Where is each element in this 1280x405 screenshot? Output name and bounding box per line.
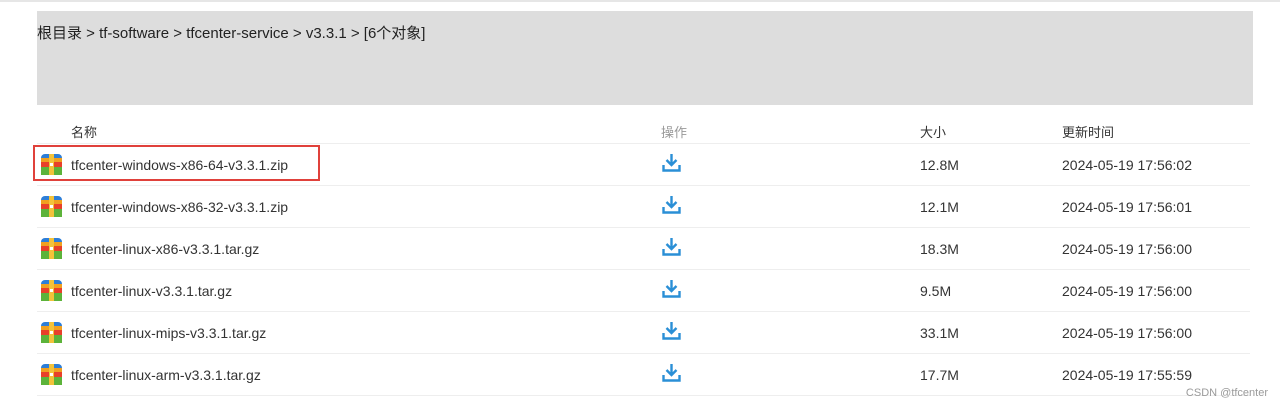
breadcrumb-panel: 根目录 > tf-software > tfcenter-service > v… — [37, 11, 1253, 105]
file-size: 33.1M — [920, 325, 959, 341]
download-icon[interactable] — [662, 237, 681, 256]
file-size: 18.3M — [920, 241, 959, 257]
file-size: 12.8M — [920, 157, 959, 173]
file-link[interactable]: tfcenter-linux-mips-v3.3.1.tar.gz — [71, 325, 266, 341]
file-link[interactable]: tfcenter-linux-arm-v3.3.1.tar.gz — [71, 367, 261, 383]
file-time: 2024-05-19 17:56:01 — [1062, 199, 1192, 215]
header-op: 操作 — [661, 125, 688, 140]
table-row: tfcenter-linux-x86-v3.3.1.tar.gz 18.3M 2… — [37, 228, 1250, 270]
file-link[interactable]: tfcenter-linux-v3.3.1.tar.gz — [71, 283, 232, 299]
top-border — [0, 0, 1280, 2]
file-link[interactable]: tfcenter-windows-x86-32-v3.3.1.zip — [71, 199, 288, 215]
file-link[interactable]: tfcenter-windows-x86-64-v3.3.1.zip — [71, 157, 288, 173]
file-time: 2024-05-19 17:55:59 — [1062, 367, 1192, 383]
watermark: CSDN @tfcenter — [1185, 387, 1268, 399]
archive-icon — [41, 154, 62, 175]
archive-icon — [41, 364, 62, 385]
table-row: tfcenter-windows-x86-64-v3.3.1.zip 12.8M… — [37, 144, 1250, 186]
download-icon[interactable] — [662, 153, 681, 172]
header-time[interactable]: 更新时间 — [1062, 122, 1114, 141]
download-icon[interactable] — [662, 195, 681, 214]
table-row: tfcenter-linux-v3.3.1.tar.gz 9.5M 2024-0… — [37, 270, 1250, 312]
file-size: 9.5M — [920, 283, 952, 299]
file-table: 名称 操作 大小 更新时间 tfcenter-windows-x86-64-v3… — [37, 113, 1250, 396]
breadcrumb: 根目录 > tf-software > tfcenter-service > v… — [37, 25, 426, 42]
table-header: 名称 操作 大小 更新时间 — [37, 113, 1250, 144]
header-name[interactable]: 名称 — [71, 122, 97, 141]
download-icon[interactable] — [662, 321, 681, 340]
file-time: 2024-05-19 17:56:00 — [1062, 325, 1192, 341]
table-row: tfcenter-windows-x86-32-v3.3.1.zip 12.1M… — [37, 186, 1250, 228]
file-size: 17.7M — [920, 367, 959, 383]
archive-icon — [41, 196, 62, 217]
archive-icon — [41, 280, 62, 301]
archive-icon — [41, 238, 62, 259]
archive-icon — [41, 322, 62, 343]
table-row: tfcenter-linux-arm-v3.3.1.tar.gz 17.7M 2… — [37, 354, 1250, 396]
file-link[interactable]: tfcenter-linux-x86-v3.3.1.tar.gz — [71, 241, 259, 257]
file-time: 2024-05-19 17:56:00 — [1062, 241, 1192, 257]
download-icon[interactable] — [662, 279, 681, 298]
header-size[interactable]: 大小 — [920, 122, 946, 141]
file-time: 2024-05-19 17:56:02 — [1062, 157, 1192, 173]
file-size: 12.1M — [920, 199, 959, 215]
table-row: tfcenter-linux-mips-v3.3.1.tar.gz 33.1M … — [37, 312, 1250, 354]
download-icon[interactable] — [662, 363, 681, 382]
file-time: 2024-05-19 17:56:00 — [1062, 283, 1192, 299]
